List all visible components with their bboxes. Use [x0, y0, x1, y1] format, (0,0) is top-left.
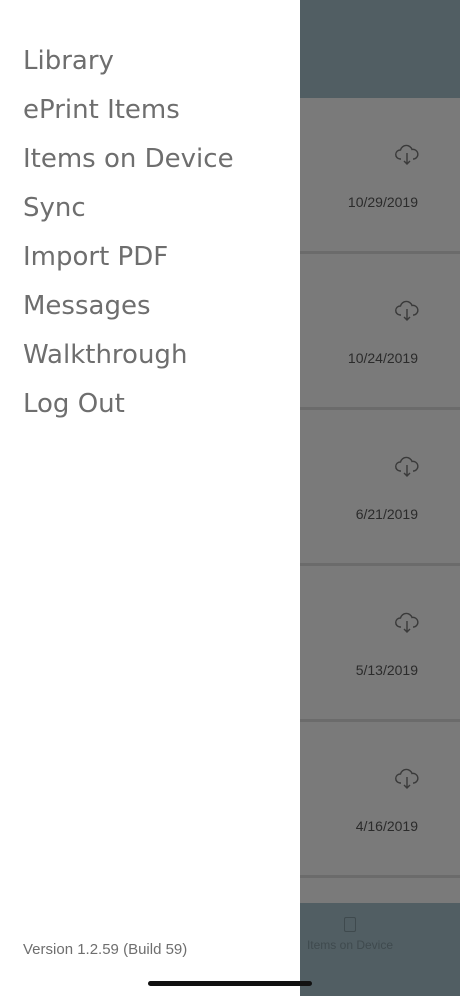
item-date: 4/16/2019 [355, 818, 418, 834]
menu-item-walkthrough[interactable]: Walkthrough [23, 338, 234, 387]
item-date: 10/24/2019 [347, 350, 418, 366]
cloud-download-icon[interactable] [394, 610, 420, 636]
version-label: Version 1.2.59 (Build 59) [23, 941, 188, 958]
tab-items-on-device[interactable]: Items on Device [300, 917, 400, 952]
cloud-download-icon[interactable] [394, 298, 420, 324]
menu-item-import-pdf[interactable]: Import PDF [23, 240, 234, 289]
menu-item-library[interactable]: Library [23, 44, 234, 93]
menu-item-eprint-items[interactable]: ePrint Items [23, 93, 234, 142]
item-date: 6/21/2019 [355, 506, 418, 522]
menu-item-log-out[interactable]: Log Out [23, 387, 234, 436]
side-menu-drawer: Library ePrint Items Items on Device Syn… [0, 0, 300, 996]
side-menu: Library ePrint Items Items on Device Syn… [23, 44, 234, 436]
menu-item-items-on-device[interactable]: Items on Device [23, 142, 234, 191]
cloud-download-icon[interactable] [394, 142, 420, 168]
menu-item-messages[interactable]: Messages [23, 289, 234, 338]
tab-label: Items on Device [306, 938, 394, 952]
cloud-download-icon[interactable] [394, 454, 420, 480]
item-date: 5/13/2019 [355, 662, 418, 678]
item-date: 10/29/2019 [347, 194, 418, 210]
cloud-download-icon[interactable] [394, 766, 420, 792]
menu-item-sync[interactable]: Sync [23, 191, 234, 240]
device-icon [344, 917, 356, 932]
home-indicator[interactable] [148, 981, 312, 986]
